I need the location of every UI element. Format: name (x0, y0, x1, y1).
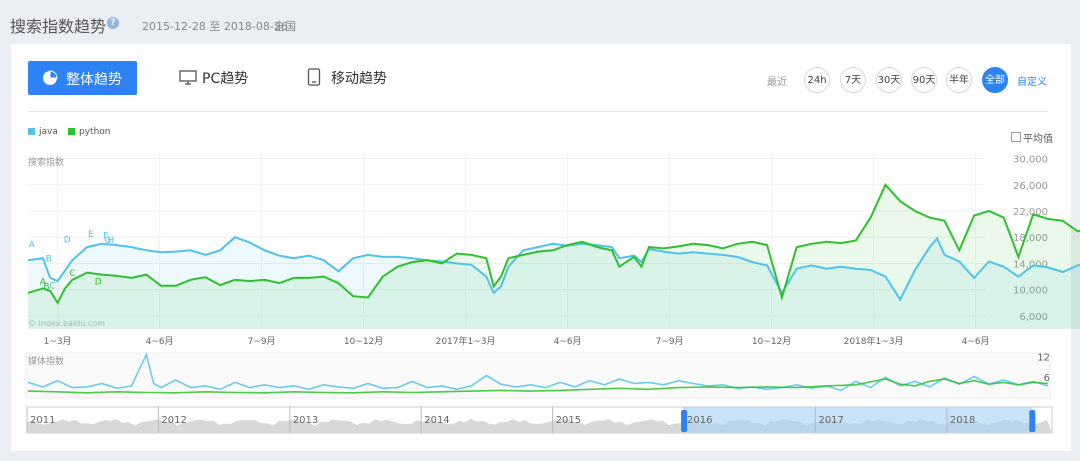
x-tick-label: 2017年1~3月 (436, 335, 496, 347)
annotation-marker: D (64, 235, 71, 245)
navigator-year-label: 2011 (30, 415, 55, 426)
annotation-marker: B (46, 254, 52, 264)
y-tick-label: 30,000 (1013, 155, 1048, 166)
x-tick-label: 4~6月 (554, 336, 582, 347)
x-tick-label: 4~6月 (146, 336, 174, 347)
navigator-year-label: 2018 (950, 415, 975, 426)
x-tick-label: 4~6月 (962, 336, 990, 347)
x-tick-label: 7~9月 (248, 336, 276, 347)
navigator-handle-right[interactable] (1029, 410, 1036, 432)
annotation-marker: B (43, 283, 49, 293)
navigator-year-label: 2013 (293, 415, 318, 426)
navigator-year-label: 2015 (556, 415, 581, 426)
x-tick-label: 7~9月 (656, 336, 684, 347)
navigator-year-label: 2017 (818, 415, 843, 426)
y-tick-label: 26,000 (1013, 181, 1048, 192)
annotation-marker: C (69, 269, 75, 279)
media-y-tick-label: 12 (1037, 352, 1050, 363)
media-index-title: 媒体指数 (28, 355, 64, 367)
navigator-year-label: 2014 (424, 415, 449, 426)
x-tick-label: 10~12月 (752, 336, 791, 347)
navigator-handle-left[interactable] (681, 410, 688, 432)
navigator-year-label: 2016 (687, 415, 712, 426)
annotation-marker: E (88, 230, 94, 240)
navigator-selection[interactable] (684, 407, 1033, 433)
x-tick-label: 1~3月 (44, 336, 72, 347)
search-index-title: 搜索指数 (28, 156, 64, 168)
annotation-marker: C (49, 281, 55, 291)
x-tick-label: 10~12月 (344, 336, 383, 347)
chart-area: 30,00026,00022,00018,00014,00010,0006,00… (25, 152, 1080, 434)
annotation-marker: A (29, 241, 36, 251)
x-tick-label: 2018年1~3月 (844, 335, 904, 347)
annotation-marker: D (95, 277, 102, 287)
navigator-year-label: 2012 (161, 415, 186, 426)
annotation-marker: H (107, 236, 114, 246)
